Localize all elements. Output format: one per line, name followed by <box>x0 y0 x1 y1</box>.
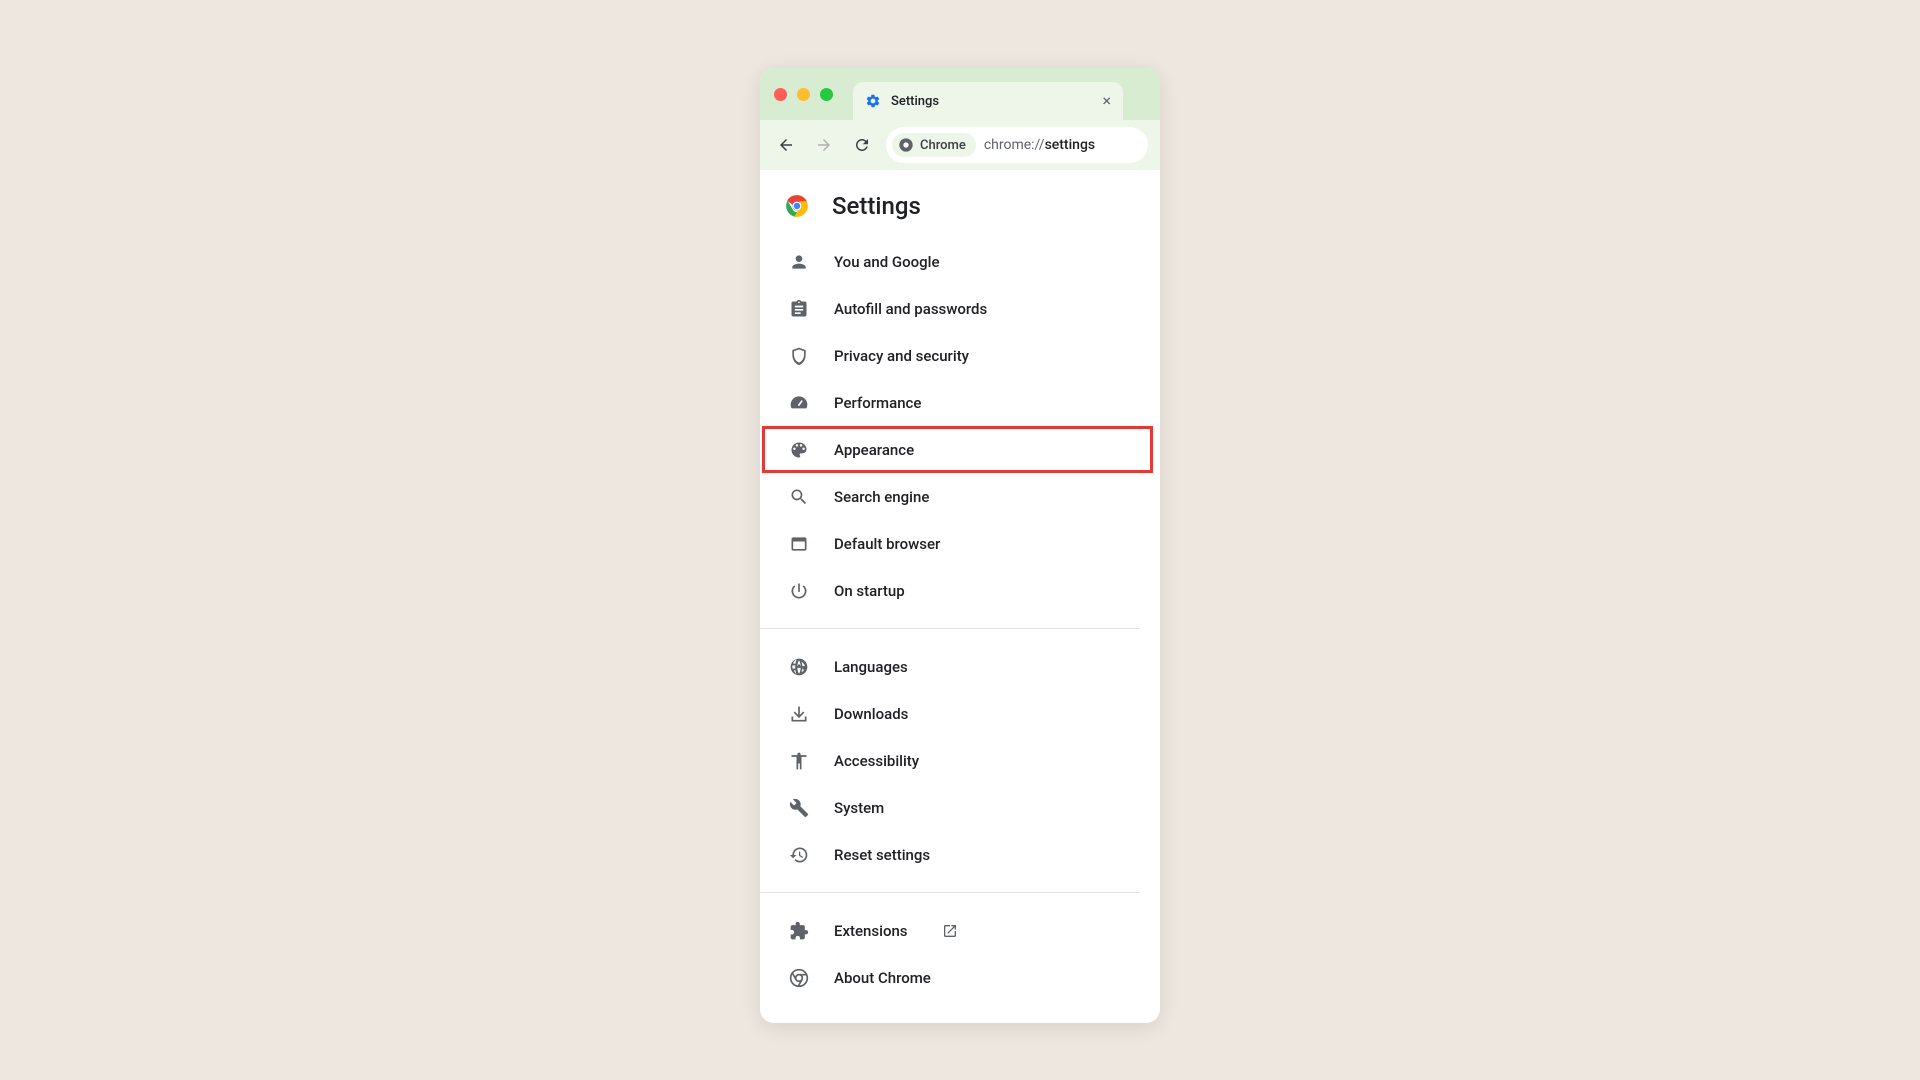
address-bar[interactable]: Chrome chrome://settings <box>886 127 1148 163</box>
page-header: Settings <box>760 170 1160 238</box>
nav-item-on-startup[interactable]: On startup <box>760 567 1160 614</box>
back-button[interactable] <box>772 131 800 159</box>
extension-icon <box>788 921 810 941</box>
clipboard-icon <box>788 299 810 319</box>
site-chip[interactable]: Chrome <box>892 133 976 157</box>
nav-item-label: Autofill and passwords <box>834 300 987 318</box>
nav-item-label: System <box>834 799 884 817</box>
nav-item-default-browser[interactable]: Default browser <box>760 520 1160 567</box>
search-icon <box>788 487 810 507</box>
close-window-button[interactable] <box>774 88 787 101</box>
chip-label: Chrome <box>920 138 966 153</box>
nav-item-label: Reset settings <box>834 846 930 864</box>
page-title: Settings <box>832 192 921 220</box>
reload-button[interactable] <box>848 131 876 159</box>
nav-item-label: Search engine <box>834 488 929 506</box>
nav-item-accessibility[interactable]: Accessibility <box>760 737 1160 784</box>
nav-item-label: Accessibility <box>834 752 919 770</box>
nav-item-downloads[interactable]: Downloads <box>760 690 1160 737</box>
nav-item-about[interactable]: About Chrome <box>760 954 1160 1001</box>
tab-title: Settings <box>891 94 1092 109</box>
nav-item-label: Default browser <box>834 535 940 553</box>
nav-item-label: Languages <box>834 658 908 676</box>
url-text: chrome://settings <box>984 137 1095 153</box>
nav-divider <box>760 628 1140 629</box>
chrome-icon <box>898 137 914 153</box>
globe-icon <box>788 657 810 677</box>
window-controls <box>774 88 833 101</box>
chrome-icon <box>788 968 810 988</box>
wrench-icon <box>788 798 810 818</box>
nav-divider <box>760 892 1140 893</box>
external-link-icon <box>942 923 958 939</box>
gear-icon <box>865 93 881 109</box>
browser-toolbar: Chrome chrome://settings <box>760 120 1160 170</box>
palette-icon <box>788 440 810 460</box>
nav-item-you-and-google[interactable]: You and Google <box>760 238 1160 285</box>
nav-item-search-engine[interactable]: Search engine <box>760 473 1160 520</box>
page-content: Settings You and Google Autofill and pass… <box>760 170 1160 1023</box>
nav-item-label: About Chrome <box>834 969 931 987</box>
chrome-window: Settings × Chrome chrome://settings <box>760 68 1160 1023</box>
settings-nav: You and Google Autofill and passwords Priv… <box>760 238 1160 1001</box>
maximize-window-button[interactable] <box>820 88 833 101</box>
nav-item-label: Privacy and security <box>834 347 969 365</box>
chrome-logo-icon <box>784 193 810 219</box>
person-icon <box>788 252 810 272</box>
nav-item-reset[interactable]: Reset settings <box>760 831 1160 878</box>
history-icon <box>788 845 810 865</box>
nav-item-languages[interactable]: Languages <box>760 643 1160 690</box>
nav-item-label: Downloads <box>834 705 908 723</box>
nav-item-label: You and Google <box>834 253 939 271</box>
nav-item-extensions[interactable]: Extensions <box>760 907 1160 954</box>
nav-item-autofill[interactable]: Autofill and passwords <box>760 285 1160 332</box>
download-icon <box>788 704 810 724</box>
forward-button[interactable] <box>810 131 838 159</box>
shield-icon <box>788 346 810 366</box>
minimize-window-button[interactable] <box>797 88 810 101</box>
nav-item-label: Appearance <box>834 441 914 459</box>
window-titlebar: Settings × <box>760 68 1160 120</box>
nav-item-label: On startup <box>834 582 905 600</box>
nav-item-system[interactable]: System <box>760 784 1160 831</box>
nav-item-privacy[interactable]: Privacy and security <box>760 332 1160 379</box>
nav-item-label: Performance <box>834 394 921 412</box>
power-icon <box>788 581 810 601</box>
browser-tab[interactable]: Settings × <box>853 82 1123 120</box>
nav-item-label: Extensions <box>834 922 908 940</box>
nav-item-appearance[interactable]: Appearance <box>762 426 1153 473</box>
nav-item-performance[interactable]: Performance <box>760 379 1160 426</box>
accessibility-icon <box>788 751 810 771</box>
window-icon <box>788 534 810 554</box>
speedometer-icon <box>788 393 810 413</box>
close-tab-button[interactable]: × <box>1102 93 1111 109</box>
